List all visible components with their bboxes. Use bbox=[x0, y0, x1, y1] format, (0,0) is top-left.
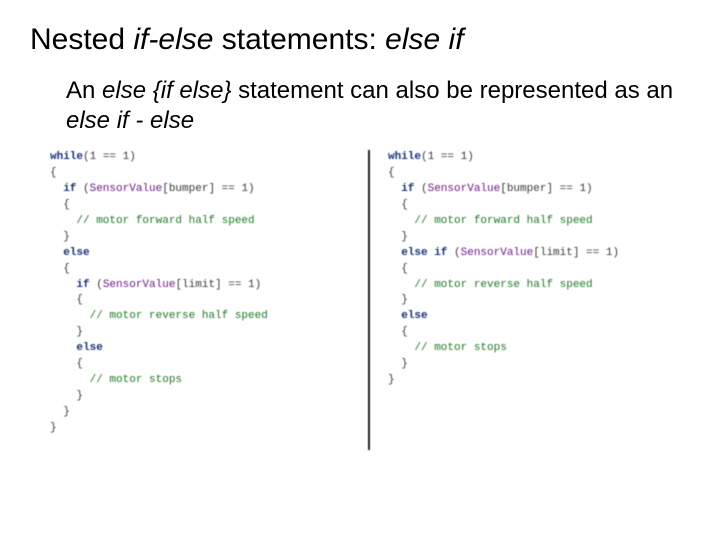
code-text bbox=[388, 310, 401, 322]
code-text bbox=[388, 342, 414, 354]
code-text: } bbox=[50, 326, 83, 338]
code-text bbox=[50, 374, 90, 386]
code-text: } bbox=[388, 294, 408, 306]
title-italic-2: else if bbox=[385, 23, 463, 56]
code-text: } bbox=[50, 231, 70, 243]
code-text: { bbox=[50, 358, 83, 370]
code-text: } bbox=[388, 231, 408, 243]
code-text bbox=[50, 310, 90, 322]
code-text: [bumper] == 1) bbox=[500, 183, 592, 195]
code-keyword: else if bbox=[401, 247, 447, 259]
code-comment: // motor stops bbox=[414, 342, 506, 354]
subtitle-italic-2: else if - else bbox=[66, 107, 194, 134]
code-text: { bbox=[388, 199, 408, 211]
code-comment: // motor forward half speed bbox=[76, 215, 254, 227]
code-text bbox=[388, 215, 414, 227]
code-text bbox=[50, 342, 76, 354]
code-comment: // motor reverse half speed bbox=[414, 279, 592, 291]
code-identifier: SensorValue bbox=[461, 247, 534, 259]
code-keyword: else bbox=[76, 342, 102, 354]
code-comment: // motor stops bbox=[90, 374, 182, 386]
code-text: ( bbox=[447, 247, 460, 259]
code-text bbox=[50, 247, 63, 259]
code-text: { bbox=[388, 167, 395, 179]
code-text: ( bbox=[76, 183, 89, 195]
code-text: { bbox=[388, 326, 408, 338]
code-keyword: if bbox=[76, 279, 89, 291]
code-text: ( bbox=[414, 183, 427, 195]
vertical-divider bbox=[368, 150, 370, 450]
code-text: { bbox=[50, 199, 70, 211]
code-identifier: SensorValue bbox=[90, 183, 163, 195]
code-text: (1 == 1) bbox=[83, 151, 136, 163]
code-comment: // motor forward half speed bbox=[414, 215, 592, 227]
code-text: [limit] == 1) bbox=[175, 279, 261, 291]
title-text: statements: bbox=[213, 23, 385, 56]
code-text bbox=[50, 279, 76, 291]
code-keyword: else bbox=[401, 310, 427, 322]
code-text: { bbox=[50, 263, 70, 275]
code-text: { bbox=[50, 167, 57, 179]
code-text: { bbox=[50, 294, 83, 306]
code-text: [limit] == 1) bbox=[533, 247, 619, 259]
code-text bbox=[388, 247, 401, 259]
code-keyword: if bbox=[401, 183, 414, 195]
code-text: } bbox=[50, 406, 70, 418]
code-text: ( bbox=[90, 279, 103, 291]
code-identifier: SensorValue bbox=[428, 183, 501, 195]
title-italic-1: if-else bbox=[133, 23, 213, 56]
code-identifier: SensorValue bbox=[103, 279, 176, 291]
subtitle-text: statement can also be represented as an bbox=[231, 77, 673, 104]
code-text: } bbox=[388, 374, 395, 386]
code-block-right: while(1 == 1) { if (SensorValue[bumper] … bbox=[388, 150, 688, 450]
code-text: (1 == 1) bbox=[421, 151, 474, 163]
code-block-left: while(1 == 1) { if (SensorValue[bumper] … bbox=[50, 150, 350, 450]
slide-title: Nested if-else statements: else if bbox=[30, 22, 690, 58]
subtitle-text: An bbox=[66, 77, 102, 104]
title-text: Nested bbox=[30, 23, 133, 56]
code-keyword: while bbox=[50, 151, 83, 163]
code-keyword: while bbox=[388, 151, 421, 163]
code-keyword: else bbox=[63, 247, 89, 259]
code-text bbox=[50, 215, 76, 227]
subtitle-italic-1: else {if else} bbox=[102, 77, 231, 104]
code-text: } bbox=[50, 422, 57, 434]
code-text: } bbox=[388, 358, 408, 370]
slide: Nested if-else statements: else if An el… bbox=[0, 0, 720, 540]
code-text: { bbox=[388, 263, 408, 275]
code-keyword: if bbox=[63, 183, 76, 195]
code-comment: // motor reverse half speed bbox=[90, 310, 268, 322]
code-text bbox=[388, 279, 414, 291]
code-text bbox=[388, 183, 401, 195]
slide-subtitle: An else {if else} statement can also be … bbox=[66, 76, 686, 136]
code-text: [bumper] == 1) bbox=[162, 183, 254, 195]
code-text: } bbox=[50, 390, 83, 402]
code-comparison: while(1 == 1) { if (SensorValue[bumper] … bbox=[50, 150, 690, 450]
code-text bbox=[50, 183, 63, 195]
